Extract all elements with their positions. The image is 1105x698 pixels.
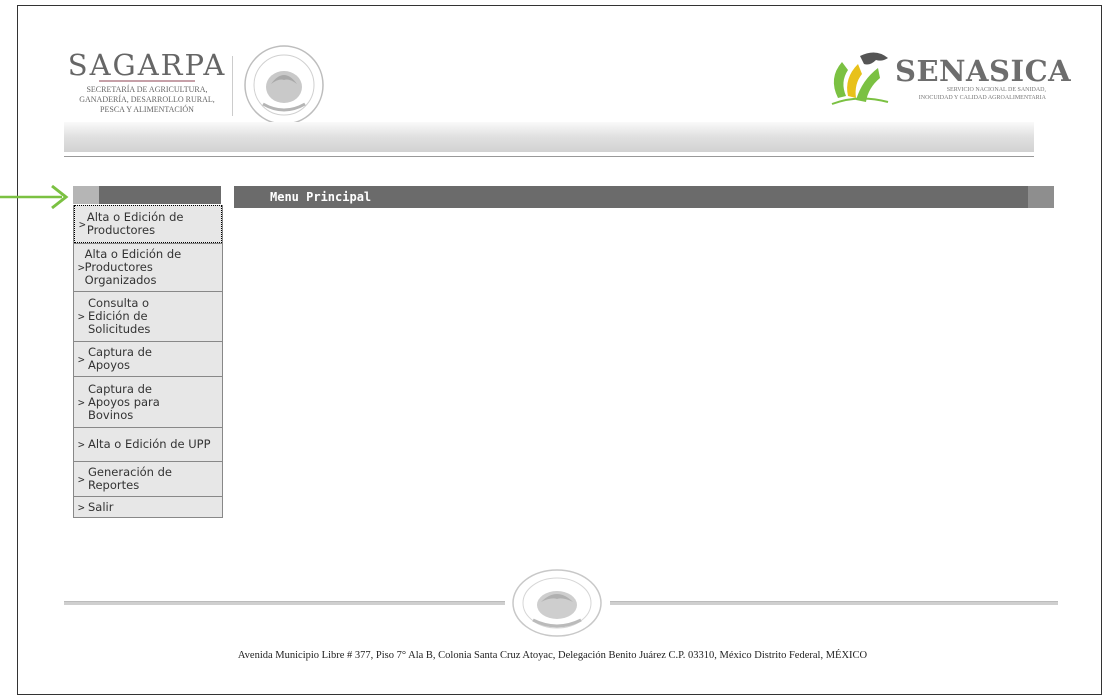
sagarpa-subtitle-1: SECRETARÍA DE AGRICULTURA,	[86, 85, 208, 94]
sidebar-item-alta-productores[interactable]: > Alta o Edición de Productores	[74, 205, 222, 243]
chevron-right-icon: >	[78, 438, 85, 451]
senasica-subtitle-1: SERVICIO NACIONAL DE SANIDAD,	[946, 87, 1046, 93]
sidebar-item-label: Consulta o Edición de Solicitudes	[88, 296, 151, 336]
sagarpa-logo: SAGARPA SECRETARÍA DE AGRICULTURA, GANAD…	[62, 50, 232, 115]
sidebar-menu: > Alta o Edición de Productores > Alta o…	[73, 205, 223, 518]
sidebar-item-label: Alta o Edición de Productores Organizado…	[84, 247, 182, 287]
footer-address: Avenida Municipio Libre # 377, Piso 7° A…	[237, 650, 868, 661]
chevron-right-icon: >	[78, 261, 85, 274]
sagarpa-subtitle-2: GANADERÍA, DESARROLLO RURAL,	[79, 95, 215, 104]
page-title: Menu Principal	[270, 190, 372, 204]
footer-rule-left	[64, 601, 505, 605]
senasica-logo: SENASICA SERVICIO NACIONAL DE SANIDAD, I…	[818, 48, 1071, 108]
main-header-square	[1028, 186, 1054, 208]
chevron-right-icon: >	[78, 310, 85, 323]
sidebar-item-salir[interactable]: > Salir	[74, 496, 222, 517]
sidebar-item-label: Generación de Reportes	[88, 465, 172, 492]
header-rule	[64, 156, 1034, 157]
footer-rule-right	[610, 601, 1058, 605]
sagarpa-title: SAGARPA	[67, 48, 227, 82]
sidebar-header-square	[73, 186, 99, 204]
sidebar-item-label: Salir	[88, 499, 114, 514]
sidebar-item-alta-upp[interactable]: > Alta o Edición de UPP	[74, 427, 222, 461]
chevron-right-icon: >	[78, 500, 85, 514]
senasica-title: SENASICA	[895, 54, 1072, 88]
sidebar-item-generacion-reportes[interactable]: > Generación de Reportes	[74, 461, 222, 496]
sidebar-header	[73, 186, 221, 204]
pointer-arrow-icon	[0, 184, 69, 210]
sidebar-item-captura-apoyos[interactable]: > Captura de Apoyos	[74, 341, 222, 376]
mexico-seal-icon	[244, 45, 324, 125]
header-gradient-bar	[64, 122, 1034, 152]
sagarpa-subtitle-3: PESCA Y ALIMENTACIÓN	[100, 105, 194, 114]
mexico-seal-icon	[512, 569, 602, 637]
sidebar-item-label: Alta o Edición de Productores	[86, 210, 184, 237]
chevron-right-icon: >	[78, 395, 85, 409]
sidebar-item-captura-apoyos-bovinos[interactable]: > Captura de Apoyos para Bovinos	[74, 376, 222, 427]
senasica-subtitle-2: INOCUIDAD Y CALIDAD AGROALIMENTARIA	[918, 95, 1046, 101]
chevron-right-icon: >	[78, 472, 85, 486]
sidebar-item-alta-productores-organizados[interactable]: > Alta o Edición de Productores Organiza…	[74, 243, 222, 291]
sidebar-item-consulta-solicitudes[interactable]: > Consulta o Edición de Solicitudes	[74, 291, 222, 341]
main-header: Menu Principal	[234, 186, 1054, 208]
sidebar-item-label: Captura de Apoyos	[88, 345, 152, 372]
sidebar-item-label: Alta o Edición de UPP	[88, 437, 211, 451]
logo-divider	[232, 56, 233, 116]
sidebar-item-label: Captura de Apoyos para Bovinos	[88, 381, 160, 422]
chevron-right-icon: >	[78, 352, 85, 366]
chevron-right-icon: >	[79, 217, 86, 231]
